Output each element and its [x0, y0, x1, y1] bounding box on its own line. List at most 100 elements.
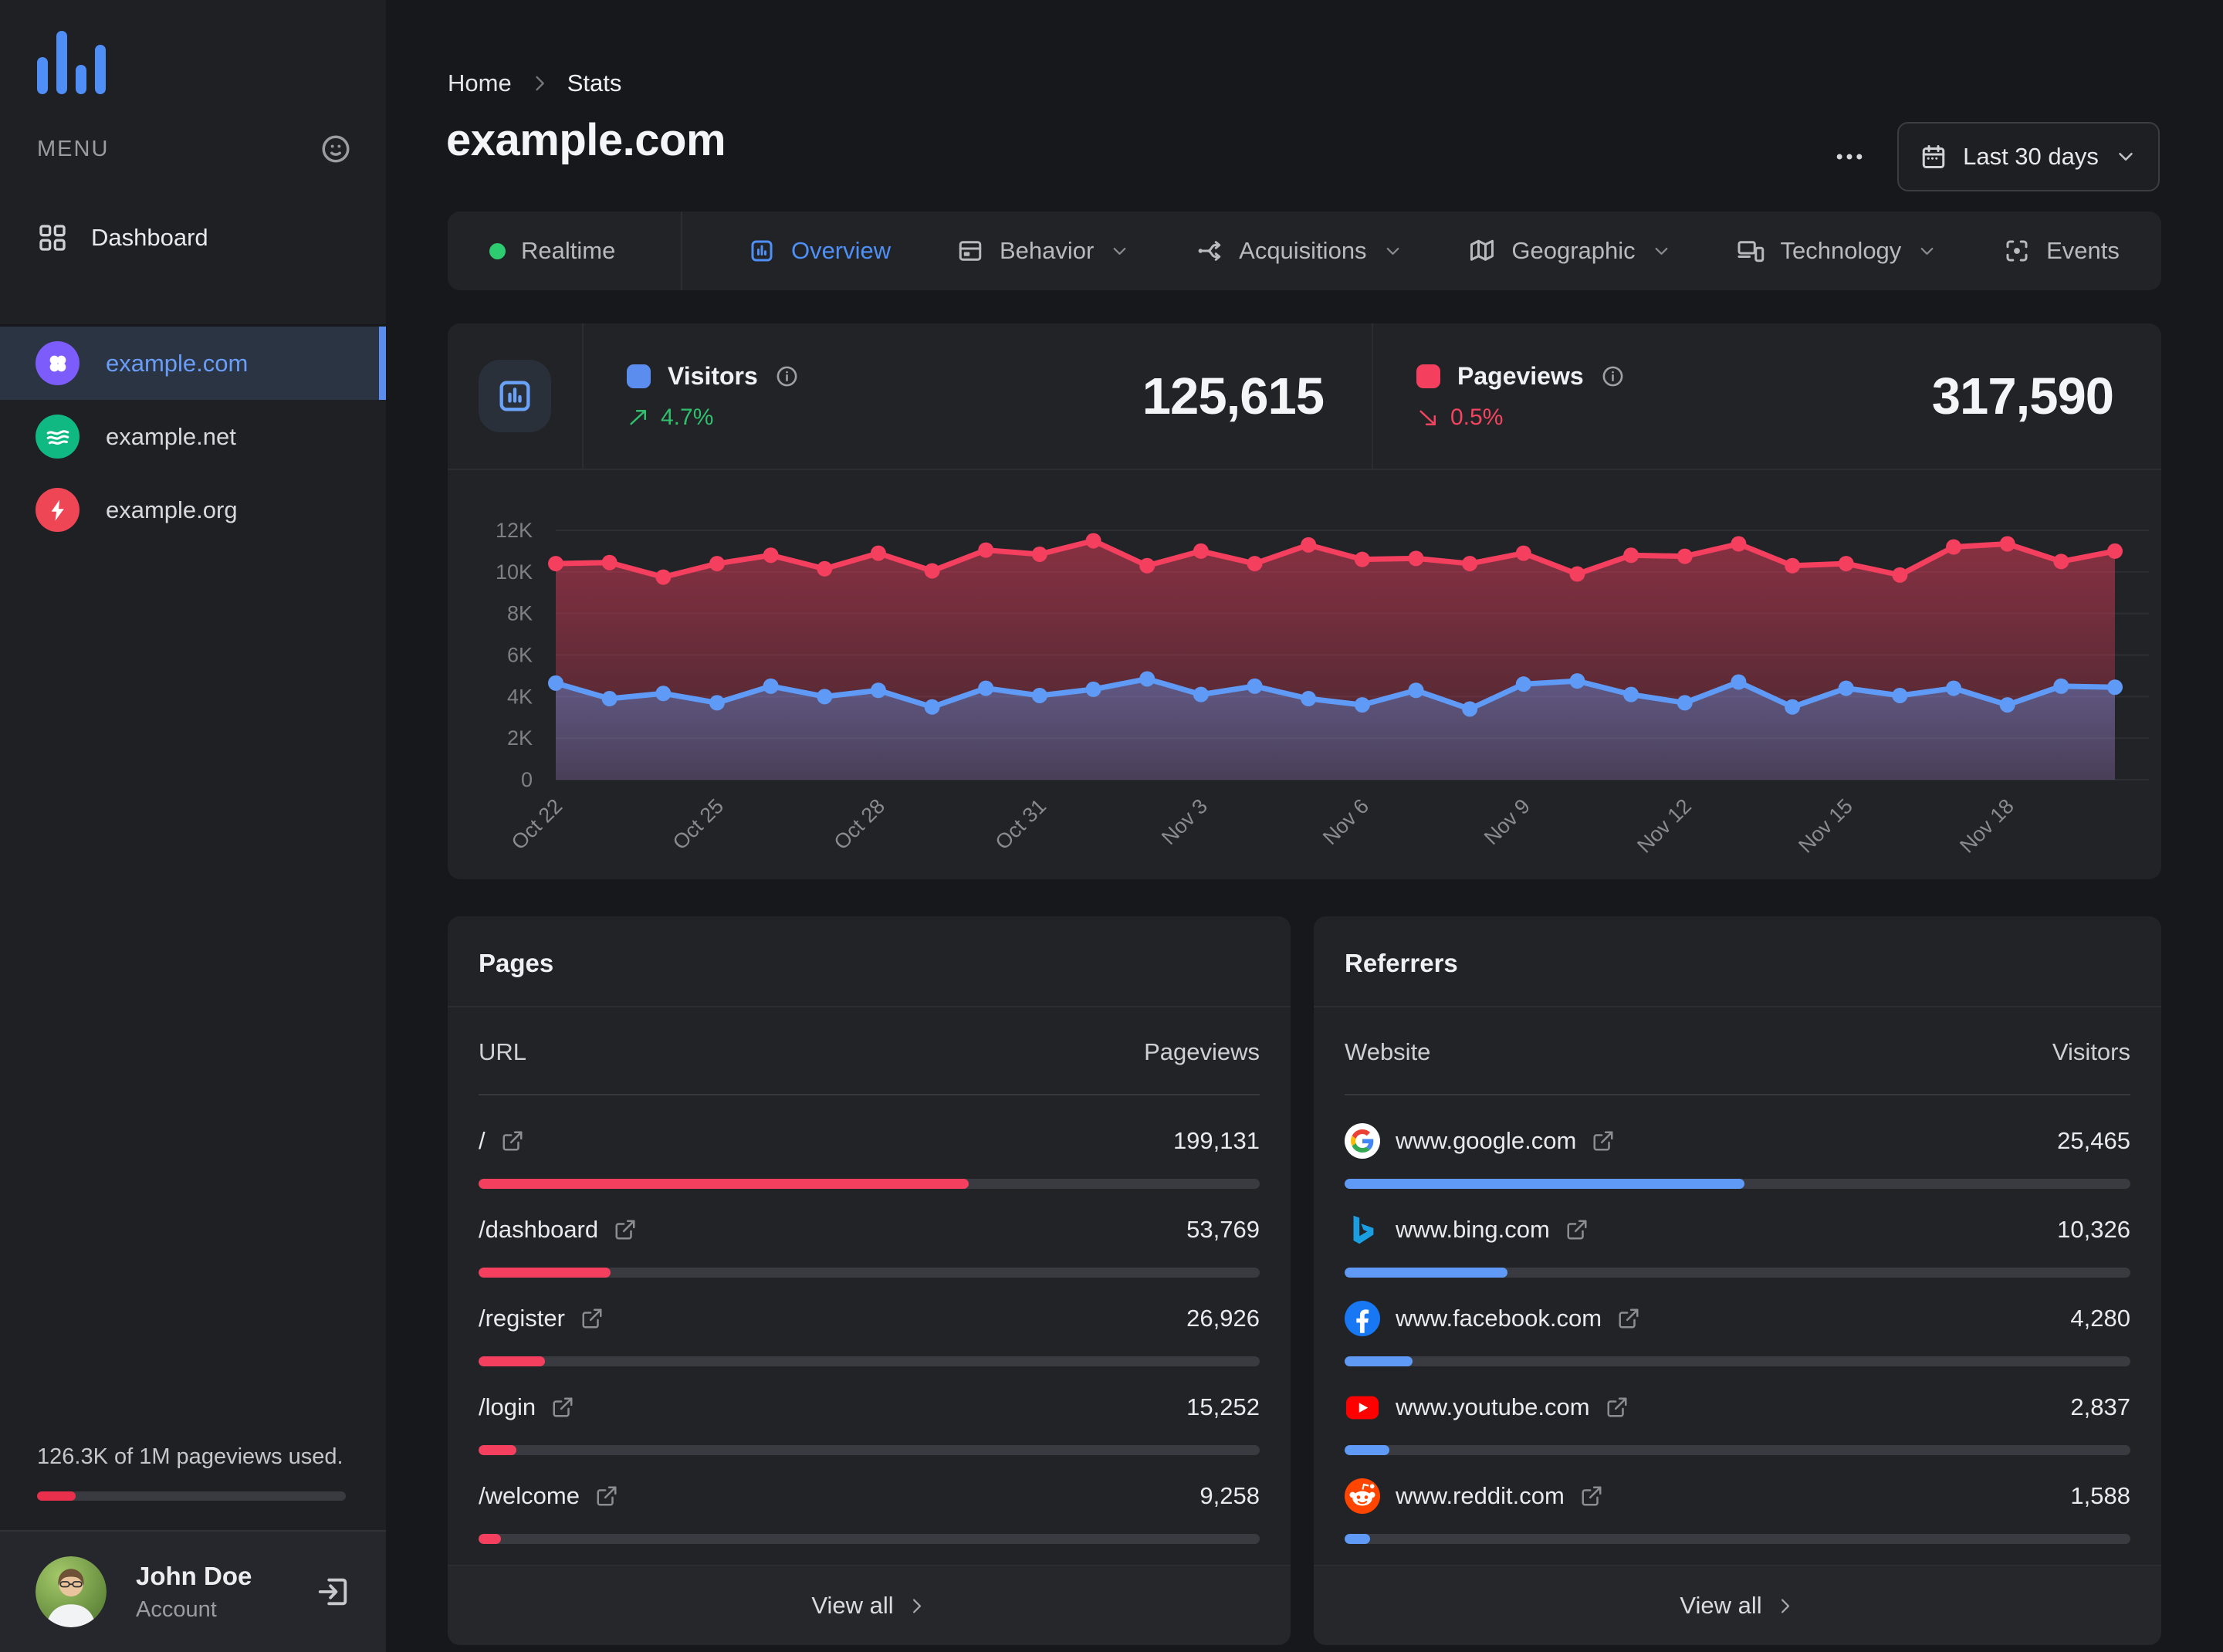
breadcrumb-home[interactable]: Home: [448, 69, 512, 97]
external-link-icon[interactable]: [580, 1307, 604, 1330]
info-icon[interactable]: [1601, 364, 1625, 388]
row-value: 199,131: [1172, 1127, 1260, 1154]
svg-text:0: 0: [521, 768, 533, 791]
row-bar-fill: [1345, 1445, 1390, 1455]
row-value: 2,837: [2070, 1393, 2130, 1420]
external-link-icon[interactable]: [551, 1396, 574, 1419]
row-bar-fill: [479, 1445, 516, 1455]
chevron-right-icon: [529, 73, 550, 94]
row-label: www.facebook.com: [1396, 1305, 1602, 1332]
pages-panel: Pages URL Pageviews / 199,131/dashboard 53…: [448, 916, 1291, 1645]
table-row: www.facebook.com 4,280: [1345, 1301, 2130, 1366]
row-bar-fill: [479, 1356, 546, 1366]
table-row: www.bing.com 10,326: [1345, 1212, 2130, 1278]
svg-text:2K: 2K: [507, 726, 533, 750]
sign-out-icon[interactable]: [315, 1574, 350, 1610]
referrers-view-all-button[interactable]: View all: [1314, 1565, 2161, 1645]
sidebar-site-example.org[interactable]: example.org: [0, 473, 386, 547]
more-options-button[interactable]: [1825, 136, 1874, 178]
external-link-icon[interactable]: [614, 1218, 637, 1241]
row-bar-fill: [479, 1534, 502, 1544]
sidebar-site-example.com[interactable]: example.com: [0, 327, 386, 400]
row-value: 15,252: [1186, 1393, 1260, 1420]
chart-badge: [479, 360, 551, 432]
dashboard-grid-icon: [37, 222, 68, 253]
row-bar-track: [479, 1445, 1260, 1455]
row-bar-fill: [1345, 1179, 1745, 1189]
svg-text:Nov 6: Nov 6: [1318, 794, 1373, 849]
svg-text:4K: 4K: [507, 685, 533, 708]
svg-text:Nov 18: Nov 18: [1955, 794, 2018, 858]
pageviews-marker: [1416, 364, 1440, 388]
external-link-icon[interactable]: [501, 1129, 524, 1153]
page-title: example.com: [446, 115, 726, 165]
info-icon[interactable]: [775, 364, 799, 388]
row-label: /: [479, 1127, 486, 1154]
date-range-button[interactable]: Last 30 days: [1897, 122, 2160, 191]
tab-label: Events: [2046, 237, 2120, 264]
overview-icon: [748, 237, 776, 265]
tab-label: Realtime: [521, 237, 616, 264]
chevron-down-icon: [2114, 145, 2137, 168]
external-link-icon[interactable]: [1606, 1396, 1629, 1419]
chevron-right-icon: [906, 1596, 927, 1616]
row-label: /welcome: [479, 1482, 580, 1509]
visitors-label: Visitors: [668, 361, 758, 390]
table-row: / 199,131: [479, 1123, 1260, 1189]
pageviews-value: 317,590: [1931, 367, 2114, 425]
tab-overview[interactable]: Overview: [748, 237, 891, 265]
column-header-url: URL: [479, 1038, 527, 1065]
tab-geographic[interactable]: Geographic: [1468, 237, 1671, 265]
svg-text:8K: 8K: [507, 602, 533, 625]
row-bar-track: [1345, 1179, 2130, 1189]
referrers-panel: Referrers Website Visitors www.google.co…: [1314, 916, 2161, 1645]
row-bar-fill: [1345, 1268, 1507, 1278]
persona-icon[interactable]: [320, 133, 352, 165]
tab-realtime[interactable]: Realtime: [489, 237, 615, 265]
chevron-right-icon: [1775, 1596, 1795, 1616]
row-label: www.reddit.com: [1396, 1482, 1565, 1509]
pages-rows: /199,131/dashboard 53,769/register 26,926/…: [448, 1095, 1291, 1565]
tab-events[interactable]: Events: [2003, 237, 2120, 265]
external-link-icon[interactable]: [1565, 1218, 1589, 1241]
column-header-visitors: Visitors: [2052, 1038, 2130, 1065]
facebook-favicon-icon: [1345, 1301, 1380, 1336]
youtube-favicon-icon: [1345, 1390, 1380, 1425]
pages-view-all-button[interactable]: View all: [448, 1565, 1291, 1645]
external-link-icon[interactable]: [1592, 1129, 1615, 1153]
tab-bar: Realtime Overview Behavior Acquisitions Geog…: [448, 212, 2161, 290]
row-bar-fill: [1345, 1534, 1370, 1544]
svg-text:Nov 15: Nov 15: [1794, 794, 1857, 858]
column-header-website: Website: [1345, 1038, 1431, 1065]
row-bar-fill: [1345, 1356, 1413, 1366]
account-section[interactable]: John Doe Account: [0, 1530, 386, 1652]
pageviews-delta: 0.5%: [1416, 405, 1625, 431]
tab-technology[interactable]: Technology: [1737, 237, 1937, 265]
sidebar-item-label: Dashboard: [91, 224, 208, 251]
table-row: www.google.com 25,465: [1345, 1123, 2130, 1189]
external-link-icon[interactable]: [595, 1484, 618, 1508]
ellipsis-icon: [1832, 140, 1866, 174]
chevron-down-icon: [1382, 241, 1403, 262]
row-bar-fill: [479, 1179, 969, 1189]
sidebar-site-example.net[interactable]: example.net: [0, 400, 386, 473]
reddit-favicon-icon: [1345, 1478, 1380, 1514]
tab-acquisitions[interactable]: Acquisitions: [1196, 237, 1402, 265]
panel-title: Pages: [448, 916, 1291, 1007]
external-link-icon[interactable]: [1617, 1307, 1640, 1330]
visitors-marker: [627, 364, 651, 388]
chevron-down-icon: [1917, 241, 1937, 262]
chevron-down-icon: [1651, 241, 1672, 262]
sidebar-item-dashboard[interactable]: Dashboard: [0, 205, 386, 270]
svg-text:Oct 25: Oct 25: [668, 794, 728, 854]
row-label: www.google.com: [1396, 1127, 1577, 1154]
external-link-icon[interactable]: [1580, 1484, 1603, 1508]
table-row: /dashboard 53,769: [479, 1212, 1260, 1278]
chart-icon-cell: [448, 323, 584, 469]
tab-label: Geographic: [1511, 237, 1636, 264]
tab-behavior[interactable]: Behavior: [956, 237, 1130, 265]
row-label: www.bing.com: [1396, 1216, 1550, 1243]
app-logo-icon: [36, 29, 110, 96]
overview-chart-card: Visitors 4.7% 125,615 Pageviews 0.5% 317…: [448, 323, 2161, 879]
tab-label: Technology: [1780, 237, 1902, 264]
